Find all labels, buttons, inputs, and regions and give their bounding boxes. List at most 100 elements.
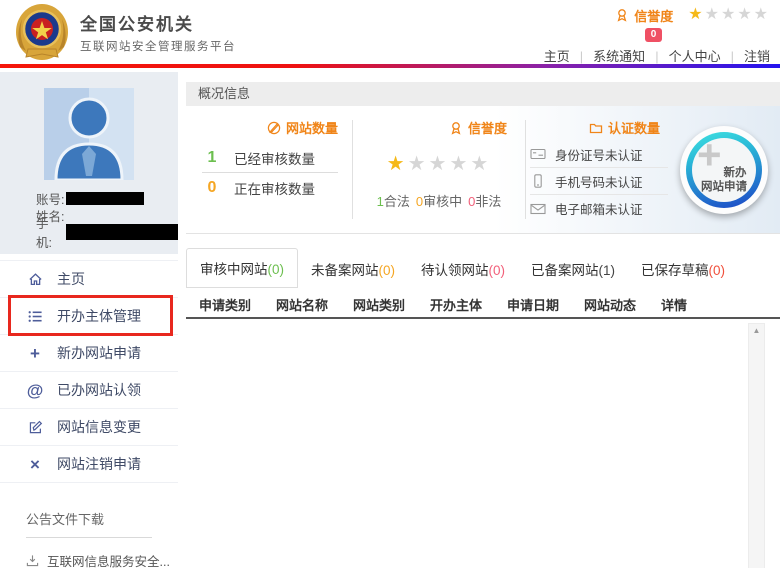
table-column-header: 详情: [648, 295, 725, 314]
download-link-label: 互联网信息服务安全...: [47, 551, 170, 568]
star-icon: ★: [705, 6, 721, 23]
tab-label: 审核中网站: [200, 262, 268, 277]
table-header-row: 申请类别网站名称网站类别开办主体申请日期网站动态详情: [186, 292, 780, 319]
id-card-icon: [530, 147, 546, 161]
user-info-label: 手机:: [36, 213, 64, 251]
user-info-row: 手机:: [0, 224, 178, 240]
avatar: [44, 88, 134, 180]
sidebar-item-label: 网站信息变更: [57, 417, 141, 437]
cert-count-title: 认证数量: [608, 118, 660, 137]
sidebar-item[interactable]: +新办网站申请: [0, 335, 178, 372]
tab-已备案网站[interactable]: 已备案网站(1): [518, 250, 628, 288]
police-badge-logo: [14, 3, 70, 61]
sidebar-item[interactable]: @ 已办网站认领: [0, 372, 178, 409]
header: 全国公安机关 互联网站安全管理服务平台 信誉度 ★★★★★ 0 主页|系统通知|…: [0, 0, 780, 64]
tab-待认领网站[interactable]: 待认领网站(0): [408, 250, 518, 288]
tab-count: (0): [268, 262, 285, 277]
site-title: 全国公安机关: [80, 10, 236, 35]
table-column-header: 申请类别: [186, 295, 263, 314]
tab-未备案网站[interactable]: 未备案网站(0): [298, 250, 408, 288]
cert-row-label: 身份证号未认证: [555, 145, 643, 164]
globe-pen-icon: [267, 121, 281, 135]
mail-icon: [530, 202, 546, 216]
tab-count: (1): [599, 263, 616, 278]
cert-count-column: 认证数量 身份证号未认证手机号码未认证电子邮箱未认证: [526, 106, 668, 233]
tab-label: 待认领网站: [421, 263, 489, 278]
header-right: 信誉度 ★★★★★ 0 主页|系统通知|个人中心|注销: [544, 0, 770, 65]
nav-link[interactable]: 个人中心: [669, 49, 721, 64]
cert-count-header: 认证数量: [526, 118, 668, 137]
redacted-value: [66, 224, 178, 240]
site-count-header: 网站数量: [186, 118, 352, 137]
table-scrollbar[interactable]: ▲: [748, 323, 765, 568]
reputation-label: 信誉度: [634, 6, 673, 25]
table-column-header: 申请日期: [494, 295, 571, 314]
folder-icon: [589, 121, 603, 135]
tab-已保存草稿[interactable]: 已保存草稿(0): [628, 250, 738, 288]
nav-link[interactable]: 主页: [544, 49, 570, 64]
scroll-up-icon[interactable]: ▲: [749, 324, 764, 338]
main-content: 概况信息 网站数量 1已经审核数量0正在审核数量: [186, 72, 780, 568]
table-column-header: 网站动态: [571, 295, 648, 314]
site-count-title: 网站数量: [286, 118, 338, 137]
site-count-row: 0正在审核数量: [202, 173, 338, 203]
site-subtitle: 互联网站安全管理服务平台: [80, 38, 236, 54]
tab-count: (0): [709, 263, 726, 278]
new-site-button-label: 新办 网站申请: [694, 166, 754, 194]
stat-label: 审核中: [423, 194, 462, 209]
cert-row: 手机号码未认证: [530, 168, 668, 195]
reputation-row: 信誉度 ★★★★★: [615, 6, 770, 25]
button-ring: + 新办 网站申请: [686, 132, 762, 208]
user-info: 账号:姓名:手机:: [0, 190, 178, 240]
sidebar-item[interactable]: 主页: [0, 261, 178, 298]
site-count-rows: 1已经审核数量0正在审核数量: [202, 143, 338, 203]
tab-审核中网站[interactable]: 审核中网站(0): [186, 248, 298, 288]
redacted-value: [66, 192, 144, 205]
star-icon: ★: [688, 6, 704, 23]
button-label-line2: 网站申请: [694, 180, 754, 194]
edit-icon: [26, 419, 44, 435]
reputation-stars: ★★★★★: [688, 7, 770, 23]
table-column-header: 网站名称: [263, 295, 340, 314]
table-column-header: 开办主体: [417, 295, 494, 314]
cert-row: 电子邮箱未认证: [530, 195, 668, 222]
home-icon: [26, 271, 44, 287]
stat-label: 非法: [475, 194, 501, 209]
table-column-header: 网站类别: [340, 295, 417, 314]
top-nav: 主页|系统通知|个人中心|注销: [544, 46, 770, 65]
site-count-value: 0: [202, 179, 222, 197]
site-count-label: 已经审核数量: [234, 148, 315, 168]
sidebar-item-label: 已办网站认领: [57, 380, 141, 400]
star-icon: ★: [387, 153, 408, 175]
nav-separator: |: [645, 49, 668, 64]
sidebar-item[interactable]: 网站信息变更: [0, 409, 178, 446]
overview-panel: 网站数量 1已经审核数量0正在审核数量 信誉度 ★★★★★: [186, 106, 780, 234]
star-icon: ★: [737, 6, 753, 23]
table-body: ▲: [186, 319, 780, 568]
stat-label: 合法: [384, 194, 410, 209]
close-icon: ×: [26, 456, 44, 472]
button-label-line1: 新办: [694, 166, 754, 180]
nav-link[interactable]: 系统通知: [593, 49, 645, 64]
at-icon: @: [26, 382, 44, 398]
phone-icon: [530, 174, 546, 188]
page: 全国公安机关 互联网站安全管理服务平台 信誉度 ★★★★★ 0 主页|系统通知|…: [0, 0, 780, 568]
sidebar-item[interactable]: × 网站注销申请: [0, 446, 178, 483]
sidebar-item[interactable]: 开办主体管理: [0, 298, 178, 335]
download-link[interactable]: 互联网信息服务安全...: [26, 551, 178, 568]
site-tabs: 审核中网站(0)未备案网站(0)待认领网站(0)已备案网站(1)已保存草稿(0): [186, 248, 780, 288]
cert-row: 身份证号未认证: [530, 141, 668, 168]
reputation-column: 信誉度 ★★★★★ 1合法0审核中0非法: [353, 106, 525, 233]
download-icon: [26, 554, 39, 567]
new-site-apply-button[interactable]: + 新办 网站申请: [680, 126, 768, 214]
sidebar-item-label: 主页: [57, 269, 85, 289]
downloads-list: 互联网信息服务安全...全国公安机关互联网...: [26, 551, 178, 568]
sidebar-item-label: 网站注销申请: [57, 454, 141, 474]
user-info-row: 账号:: [0, 190, 178, 206]
nav-link[interactable]: 注销: [744, 49, 770, 64]
overview-reputation-stars: ★★★★★: [353, 154, 525, 174]
overview-reputation-header: 信誉度: [353, 118, 525, 137]
tab-label: 未备案网站: [311, 263, 379, 278]
overview-title-bar: 概况信息: [186, 82, 780, 106]
star-icon: ★: [429, 153, 450, 175]
